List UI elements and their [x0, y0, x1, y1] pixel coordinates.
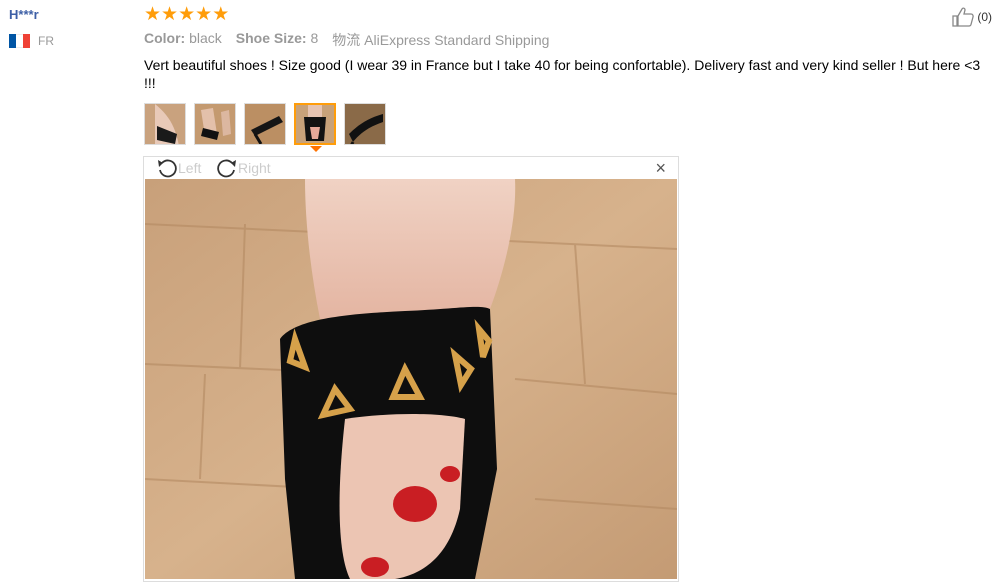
thumbs-up-icon: [952, 7, 975, 27]
photo-viewer: Left Right ×: [143, 156, 679, 582]
size-label: Shoe Size:: [235, 30, 307, 46]
rotate-right-label: Right: [238, 160, 271, 176]
france-flag-icon: [9, 34, 30, 48]
color-value: black: [189, 30, 222, 46]
photo-thumbnail-5[interactable]: [344, 103, 386, 145]
rotate-left-icon: [158, 159, 177, 178]
photo-thumbnails: [144, 103, 394, 145]
rotate-right-icon: [217, 159, 236, 178]
star-icon: ★: [144, 4, 162, 25]
star-icon: ★: [195, 4, 213, 25]
review-attributes: Color: black Shoe Size: 8 物流 AliExpress …: [144, 30, 563, 50]
star-icon: ★: [161, 4, 179, 25]
country-code: FR: [38, 34, 54, 48]
reviewer-country: FR: [9, 34, 54, 48]
photo-thumbnail-3[interactable]: [244, 103, 286, 145]
photo-thumbnail-4[interactable]: [294, 103, 336, 145]
review-photo-image: [145, 179, 677, 579]
star-rating: ★ ★ ★ ★ ★: [144, 5, 229, 24]
photo-thumbnail-2[interactable]: [194, 103, 236, 145]
reviewer-name: H***r: [9, 7, 39, 22]
size-value: 8: [310, 30, 319, 46]
star-icon: ★: [212, 4, 230, 25]
helpful-count: (0): [977, 10, 992, 24]
helpful-button[interactable]: (0): [951, 6, 992, 28]
photo-thumbnail-1[interactable]: [144, 103, 186, 145]
rotate-right-button[interactable]: Right: [216, 158, 271, 178]
review-photo: [145, 179, 677, 579]
shipping-label: 物流: [332, 32, 361, 48]
rotate-left-button[interactable]: Left: [156, 158, 201, 178]
review-text: Vert beautiful shoes ! Size good (I wear…: [144, 57, 981, 91]
close-viewer-button[interactable]: ×: [655, 159, 666, 177]
star-icon: ★: [178, 4, 196, 25]
shipping-value: AliExpress Standard Shipping: [364, 32, 550, 48]
selected-thumbnail-indicator: [310, 146, 322, 152]
rotate-left-label: Left: [178, 160, 202, 176]
color-label: Color:: [144, 30, 186, 46]
